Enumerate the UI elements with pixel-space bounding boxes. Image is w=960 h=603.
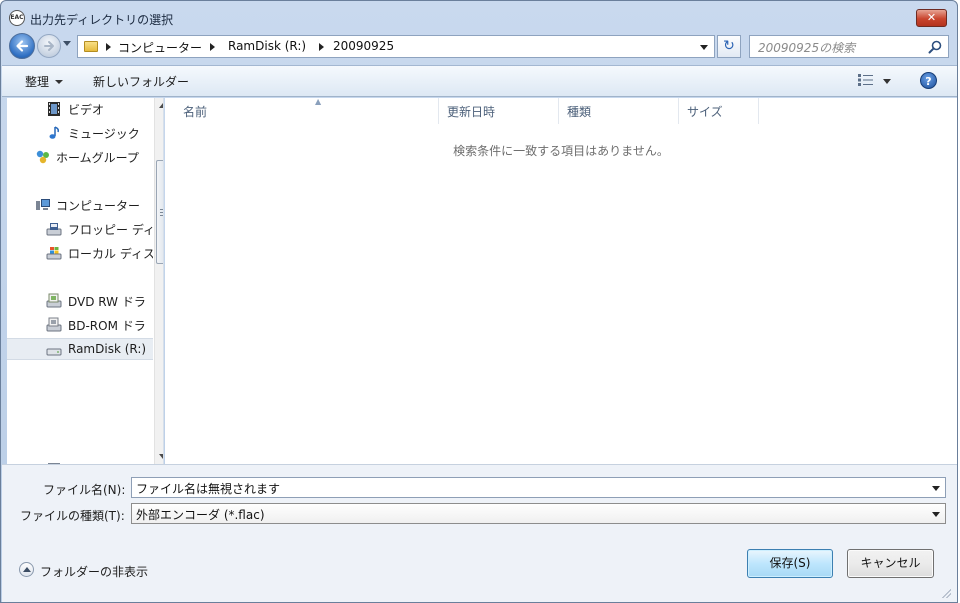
filename-history-dropdown-icon[interactable] — [932, 486, 940, 491]
close-button[interactable]: ✕ — [916, 9, 947, 27]
dialog-footer: ファイル名(N): ファイル名は無視されます ファイルの種類(T): 外部エンコ… — [2, 464, 957, 602]
breadcrumb-computer[interactable]: コンピューター — [118, 39, 202, 56]
nav-item-label: ホームグループ — [56, 151, 139, 165]
hide-folders-label: フォルダーの非表示 — [40, 565, 149, 579]
nav-item-label: ミュージック — [68, 127, 140, 141]
nav-item-computer[interactable]: コンピューター — [7, 194, 153, 216]
column-header-modified[interactable]: 更新日時 — [439, 98, 559, 124]
floppy-drive-icon — [46, 223, 62, 236]
column-header-name[interactable]: 名前 ▲ — [175, 97, 439, 124]
nav-item-bd-drive[interactable]: BD-ROM ドラ — [7, 314, 153, 336]
filetype-select[interactable]: 外部エンコーダ (*.flac) — [131, 503, 946, 524]
empty-results-message: 検索条件に一致する項目はありません。 — [453, 144, 669, 158]
nav-item-music[interactable]: ミュージック — [7, 122, 153, 144]
filename-field[interactable]: ファイル名は無視されます — [131, 477, 946, 498]
chevron-down-icon[interactable] — [932, 512, 940, 517]
dvd-drive-icon — [46, 293, 62, 308]
video-icon — [48, 102, 60, 116]
local-disk-icon — [46, 247, 62, 260]
window-title: 出力先ディレクトリの選択 — [30, 13, 174, 27]
view-options-icon[interactable] — [858, 74, 874, 86]
column-header-label: 更新日時 — [447, 105, 496, 119]
nav-item-label: DVD RW ドラ — [68, 295, 146, 309]
search-placeholder: 20090925の検索 — [758, 41, 856, 55]
scroll-up-arrow-icon[interactable] — [159, 103, 163, 108]
breadcrumb-separator-icon[interactable] — [319, 43, 324, 51]
ramdisk-icon — [46, 348, 62, 356]
nav-item-homegroup[interactable]: ホームグループ — [7, 146, 153, 168]
column-header-label: 名前 — [183, 105, 208, 119]
nav-item-label: コンピューター — [56, 199, 141, 213]
filename-label: ファイル名(N): — [43, 483, 126, 497]
file-list-pane[interactable]: 名前 ▲ 更新日時 種類 サイズ 検索条件に一致する項目はありません。 — [165, 97, 957, 464]
breadcrumb-current-folder[interactable]: 20090925 — [333, 39, 394, 53]
address-row: コンピューター RamDisk (R:) 20090925 ↻ 20090925… — [1, 31, 957, 61]
nav-item-ramdisk[interactable]: RamDisk (R:) — [7, 338, 153, 360]
nav-item-label: ビデオ — [68, 103, 105, 117]
app-icon: EAC — [9, 10, 25, 26]
back-button[interactable] — [9, 33, 35, 59]
save-button[interactable]: 保存(S) — [747, 549, 833, 578]
cancel-button[interactable]: キャンセル — [847, 549, 934, 578]
refresh-button[interactable]: ↻ — [717, 35, 741, 58]
command-toolbar: 整理 新しいフォルダー ? — [2, 65, 957, 97]
filename-value: ファイル名は無視されます — [136, 482, 281, 496]
navigation-pane: ビデオ ミュージック ホームグループ コンピューター フロッピー ディ ローカル… — [7, 98, 164, 464]
chevron-down-icon — [55, 80, 64, 84]
nav-item-videos[interactable]: ビデオ — [7, 98, 153, 120]
column-header-type[interactable]: 種類 — [559, 98, 679, 124]
organize-label: 整理 — [25, 75, 50, 89]
column-header-label: 種類 — [567, 105, 592, 119]
forward-button[interactable] — [37, 34, 61, 58]
sort-ascending-icon: ▲ — [315, 97, 322, 106]
column-header-size[interactable]: サイズ — [679, 98, 759, 124]
search-icon[interactable] — [928, 40, 942, 54]
forward-arrow-icon — [44, 41, 54, 51]
search-input[interactable]: 20090925の検索 — [749, 35, 949, 58]
music-icon — [49, 126, 59, 139]
filetype-value: 外部エンコーダ (*.flac) — [136, 508, 265, 522]
breadcrumb-separator-icon[interactable] — [106, 43, 111, 51]
nav-item-floppy[interactable]: フロッピー ディ — [7, 218, 153, 240]
folder-icon — [84, 41, 98, 52]
nav-item-label: BD-ROM ドラ — [68, 319, 146, 333]
view-dropdown-icon[interactable] — [883, 79, 891, 84]
computer-icon — [36, 199, 50, 210]
scrollbar-thumb[interactable] — [156, 160, 163, 264]
scroll-down-arrow-icon[interactable] — [159, 454, 163, 459]
nav-item-label: ローカル ディス — [68, 247, 153, 261]
title-bar[interactable]: EAC 出力先ディレクトリの選択 ✕ — [1, 1, 957, 35]
resize-grip-icon[interactable] — [941, 588, 951, 598]
new-folder-button[interactable]: 新しいフォルダー — [93, 73, 189, 90]
nav-scrollbar[interactable] — [154, 98, 163, 464]
organize-menu-button[interactable]: 整理 — [25, 73, 64, 90]
homegroup-icon — [36, 150, 49, 164]
bd-drive-icon — [46, 317, 62, 332]
address-dropdown-icon[interactable] — [700, 45, 708, 50]
grip-icon — [160, 209, 163, 216]
breadcrumb-separator-icon[interactable] — [210, 43, 215, 51]
file-dialog-window: EAC 出力先ディレクトリの選択 ✕ コンピューター RamDisk (R:) … — [0, 0, 958, 603]
nav-item-label: フロッピー ディ — [68, 223, 153, 237]
column-header-label: サイズ — [687, 105, 723, 119]
help-icon[interactable]: ? — [920, 72, 937, 89]
nav-item-label: RamDisk (R:) — [68, 342, 147, 356]
recent-pages-dropdown-icon[interactable] — [63, 41, 71, 46]
filetype-label: ファイルの種類(T): — [20, 509, 125, 523]
collapse-up-icon — [19, 562, 34, 577]
address-bar[interactable]: コンピューター RamDisk (R:) 20090925 — [77, 35, 715, 58]
breadcrumb-ramdisk[interactable]: RamDisk (R:) — [228, 39, 306, 53]
back-arrow-icon — [16, 40, 29, 52]
nav-item-dvd-drive[interactable]: DVD RW ドラ — [7, 290, 153, 312]
nav-item-local-disk[interactable]: ローカル ディス — [7, 242, 153, 264]
